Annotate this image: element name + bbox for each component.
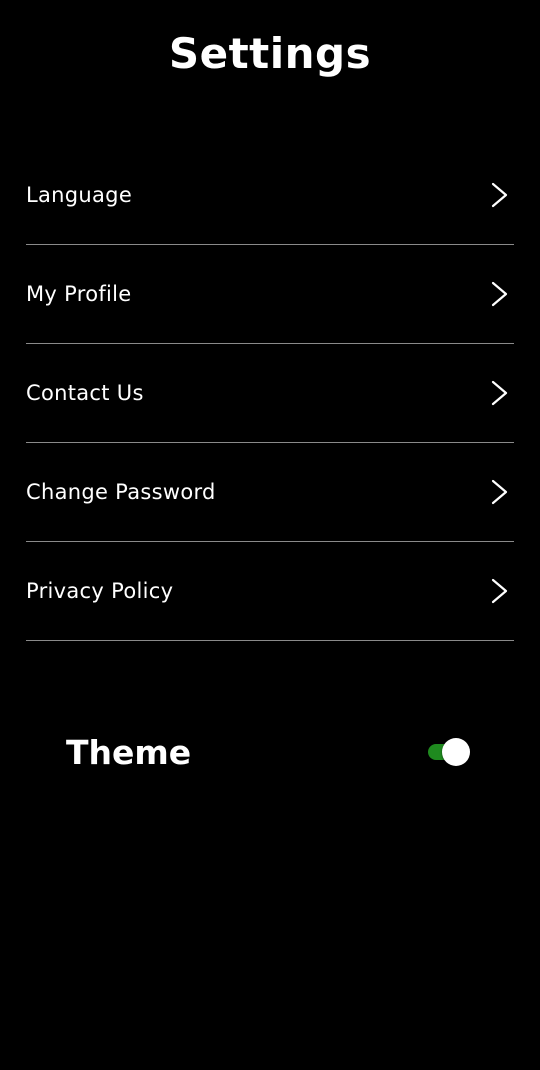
menu-item-label: Language	[26, 183, 133, 207]
menu-item-privacy-policy[interactable]: Privacy Policy	[26, 542, 514, 641]
chevron-right-icon	[491, 281, 508, 307]
theme-row: Theme	[66, 728, 474, 778]
menu-item-label: Change Password	[26, 480, 216, 504]
menu-item-contact-us[interactable]: Contact Us	[26, 344, 514, 443]
menu-item-my-profile[interactable]: My Profile	[26, 245, 514, 344]
menu-item-change-password[interactable]: Change Password	[26, 443, 514, 542]
chevron-right-icon	[491, 578, 508, 604]
chevron-right-icon	[491, 479, 508, 505]
menu-item-label: Contact Us	[26, 381, 144, 405]
menu-item-label: My Profile	[26, 282, 132, 306]
menu-item-language[interactable]: Language	[26, 146, 514, 245]
menu-item-label: Privacy Policy	[26, 579, 174, 603]
theme-label: Theme	[66, 733, 192, 772]
chevron-right-icon	[491, 182, 508, 208]
settings-menu: Language My Profile Contact Us Change Pa…	[26, 146, 514, 641]
page-title: Settings	[168, 29, 372, 78]
chevron-right-icon	[491, 380, 508, 406]
toggle-thumb	[442, 738, 470, 766]
theme-toggle[interactable]	[428, 738, 470, 766]
